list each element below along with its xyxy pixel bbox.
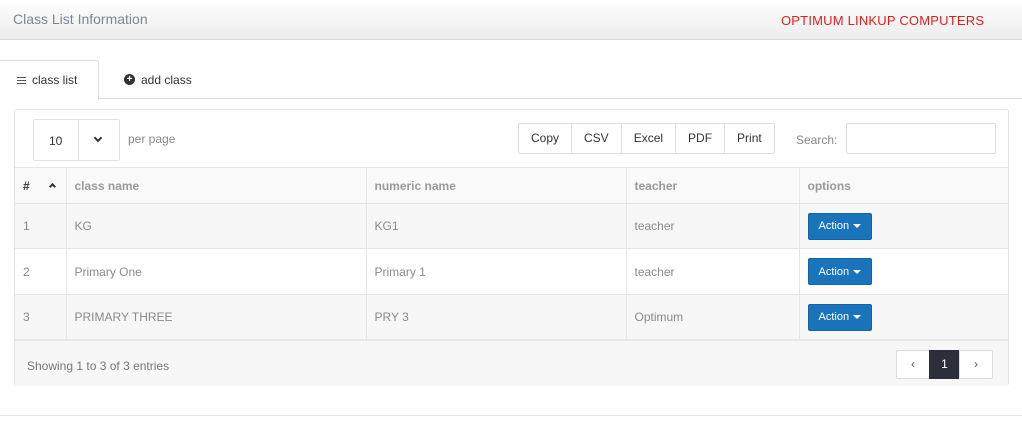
options-cell: Action — [798, 294, 1008, 340]
action-button[interactable]: Action — [807, 258, 873, 285]
page-1-button[interactable]: 1 — [929, 350, 960, 379]
next-page-button[interactable]: › — [959, 350, 993, 379]
table-header-row: # class name numeric name teacher option… — [15, 167, 1008, 204]
options-cell: Action — [798, 248, 1008, 295]
chevron-down-icon — [93, 133, 103, 143]
menu-icon — [17, 75, 26, 86]
options-cell: Action — [798, 203, 1008, 249]
brand-name: OPTIMUM LINKUP COMPUTERS — [781, 13, 985, 28]
numeric-name-cell: Primary 1 — [365, 248, 627, 295]
numeric-name-cell: PRY 3 — [365, 294, 627, 340]
sort-ascending-icon — [48, 182, 57, 191]
table-footer: Showing 1 to 3 of 3 entries ‹ 1 › — [15, 340, 1008, 386]
copy-button[interactable]: Copy — [518, 123, 573, 154]
class-table: # class name numeric name teacher option… — [15, 167, 1008, 340]
teacher-cell: teacher — [625, 248, 800, 295]
column-header-teacher[interactable]: teacher — [625, 167, 800, 204]
pdf-button[interactable]: PDF — [675, 123, 726, 154]
teacher-cell: Optimum — [625, 294, 800, 340]
action-button[interactable]: Action — [807, 303, 873, 331]
plus-circle-icon: + — [124, 74, 135, 85]
column-header-class-name[interactable]: class name — [65, 167, 367, 204]
numeric-name-cell: KG1 — [365, 203, 627, 249]
csv-button[interactable]: CSV — [571, 123, 622, 154]
class-list-panel: 10 per page Copy CSV Excel PDF Print Sea… — [14, 109, 1009, 386]
page-length-select[interactable]: 10 — [33, 119, 120, 161]
previous-page-button[interactable]: ‹ — [896, 350, 930, 379]
export-button-group: Copy CSV Excel PDF Print — [518, 123, 775, 154]
divider — [0, 415, 1022, 416]
action-button-label: Action — [818, 220, 850, 232]
class-name-cell: PRIMARY THREE — [65, 294, 367, 340]
tab-add-class[interactable]: + add class — [124, 60, 192, 99]
column-header-numeric-name[interactable]: numeric name — [365, 167, 627, 204]
tab-add-class-label: add class — [141, 72, 192, 87]
entries-info: Showing 1 to 3 of 3 entries — [27, 359, 170, 373]
caret-down-icon — [853, 224, 862, 228]
tab-class-list-label: class list — [32, 73, 78, 87]
action-button-label: Action — [818, 311, 850, 323]
column-header-options[interactable]: options — [798, 167, 1008, 204]
column-header-number-label: # — [23, 178, 30, 193]
tab-bar: class list + add class — [0, 60, 1022, 100]
print-button[interactable]: Print — [724, 123, 775, 154]
row-number: 2 — [15, 248, 67, 295]
header-bar: Class List Information OPTIMUM LINKUP CO… — [0, 0, 1022, 40]
caret-down-icon — [853, 315, 862, 319]
row-number: 1 — [15, 203, 67, 249]
search-input[interactable] — [846, 123, 996, 154]
action-button-label: Action — [818, 265, 850, 278]
row-number: 3 — [15, 294, 67, 340]
column-header-number[interactable]: # — [15, 167, 67, 204]
per-page-label: per page — [128, 132, 176, 146]
caret-down-icon — [853, 269, 862, 274]
search-label: Search: — [796, 133, 838, 147]
class-name-cell: KG — [65, 203, 367, 249]
excel-button[interactable]: Excel — [620, 123, 677, 154]
table-row: 2 Primary One Primary 1 teacher Action — [15, 248, 1008, 295]
page-length-value: 10 — [49, 134, 63, 148]
table-row: 1 KG KG1 teacher Action — [15, 203, 1008, 249]
select-divider — [78, 120, 79, 160]
teacher-cell: teacher — [625, 203, 800, 249]
page-title: Class List Information — [13, 11, 148, 27]
tab-class-list[interactable]: class list — [0, 60, 99, 100]
action-button[interactable]: Action — [807, 212, 873, 240]
class-name-cell: Primary One — [65, 248, 367, 295]
pagination: ‹ 1 › — [896, 350, 993, 379]
table-row: 3 PRIMARY THREE PRY 3 Optimum Action — [15, 294, 1008, 340]
